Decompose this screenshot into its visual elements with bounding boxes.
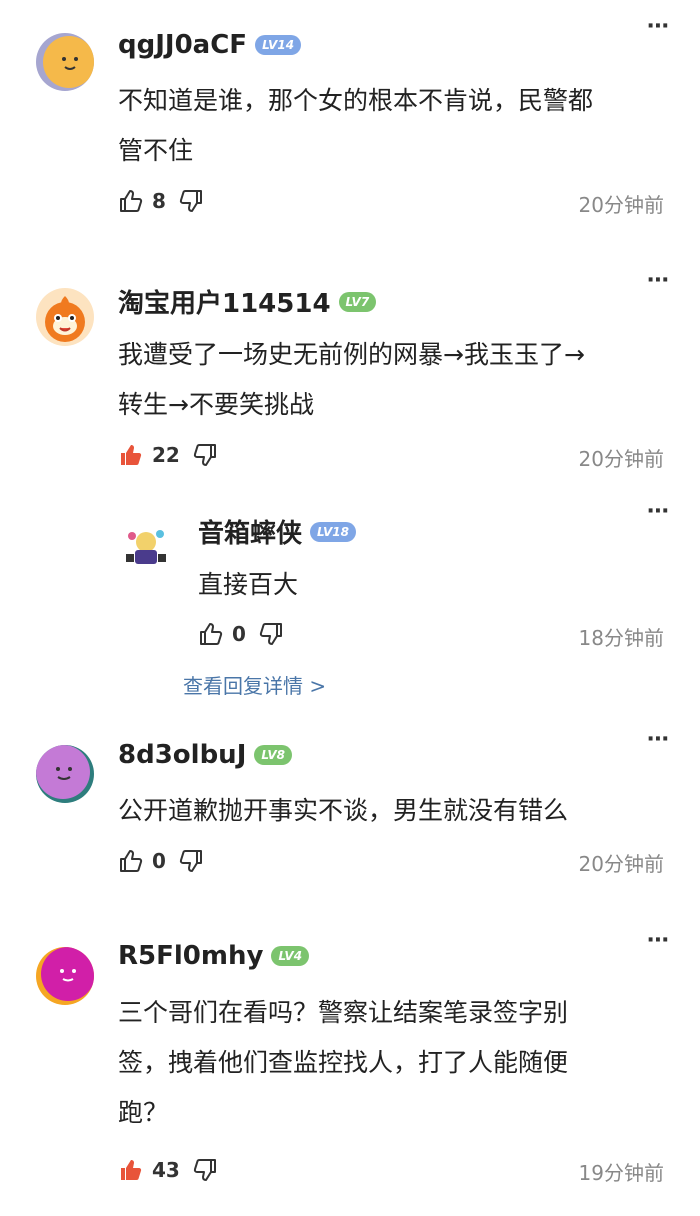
character-avatar-icon [120, 520, 172, 572]
level-badge: LV18 [310, 521, 356, 542]
timestamp: 18分钟前 [578, 626, 664, 650]
comment-actions: 22 [118, 442, 218, 468]
username[interactable]: 8d3olbuJ LV8 [118, 740, 293, 770]
more-options-button[interactable]: ⋯ [647, 727, 670, 752]
comment-text: 不知道是谁，那个女的根本不肯说，民警都 管不住 [118, 76, 593, 176]
view-replies-link[interactable]: 查看回复详情 > [183, 670, 326, 699]
avatar-face-icon [36, 947, 94, 1005]
thumbs-down-icon[interactable] [192, 1157, 218, 1183]
more-options-button[interactable]: ⋯ [647, 14, 670, 39]
comment-text: 三个哥们在看吗？警察让结案笔录签字别 签，拽着他们查监控找人，打了人能随便 跑？ [118, 988, 568, 1138]
comment-text: 公开道歉抛开事实不谈，男生就没有错么 [118, 786, 568, 836]
more-options-button[interactable]: ⋯ [647, 499, 670, 524]
timestamp: 19分钟前 [578, 1161, 664, 1185]
thumbs-down-icon[interactable] [258, 621, 284, 647]
username-label: qgJJ0aCF [118, 30, 248, 60]
username-label: 8d3olbuJ [118, 740, 247, 770]
like-count: 43 [152, 1158, 180, 1182]
thumbs-down-icon[interactable] [178, 848, 204, 874]
avatar-face-icon [36, 745, 94, 803]
username-label: 淘宝用户114514 [118, 289, 331, 319]
level-badge: LV7 [338, 291, 377, 312]
timestamp: 20分钟前 [578, 193, 664, 217]
avatar-face-icon [36, 33, 94, 91]
timestamp: 20分钟前 [578, 447, 664, 471]
comment-text-line: 我遭受了一场史无前例的网暴→我玉玉了→ [118, 340, 585, 369]
comment-text-line: 不知道是谁，那个女的根本不肯说，民警都 [118, 86, 594, 115]
level-badge: LV14 [255, 35, 302, 55]
thumbs-up-icon[interactable] [118, 188, 144, 214]
comment-text-line: 管不住 [118, 136, 194, 165]
like-count: 0 [152, 849, 166, 873]
reply-text: 直接百大 [198, 570, 299, 599]
comment-actions: 8 [118, 188, 204, 214]
comment-text-line: 三个哥们在看吗？警察让结案笔录签字别 [118, 998, 569, 1027]
avatar[interactable] [36, 947, 94, 1005]
timestamp: 20分钟前 [578, 852, 664, 876]
username-label: 音箱蟀侠 [198, 519, 303, 549]
like-count: 8 [152, 189, 166, 213]
thumbs-up-filled-icon[interactable] [118, 442, 144, 468]
comment-text-line: 跑？ [118, 1098, 169, 1127]
username[interactable]: 淘宝用户114514 LV7 [118, 283, 377, 320]
mascot-avatar-icon [36, 288, 94, 346]
like-count: 0 [232, 622, 246, 646]
like-count: 22 [152, 443, 180, 467]
comment-text-line: 公开道歉抛开事实不谈，男生就没有错么 [118, 796, 569, 825]
thumbs-up-filled-icon[interactable] [118, 1157, 144, 1183]
comment-text: 我遭受了一场史无前例的网暴→我玉玉了→ 转生→不要笑挑战 [118, 330, 585, 430]
avatar[interactable] [36, 33, 94, 91]
more-options-button[interactable]: ⋯ [647, 928, 670, 953]
comment-actions: 43 [118, 1157, 218, 1183]
avatar[interactable] [36, 288, 94, 346]
username[interactable]: qgJJ0aCF LV14 [118, 30, 302, 60]
thumbs-up-icon[interactable] [198, 621, 224, 647]
level-badge: LV4 [271, 946, 310, 966]
username[interactable]: R5Fl0mhy LV4 [118, 941, 310, 971]
level-badge: LV8 [254, 745, 293, 765]
more-options-button[interactable]: ⋯ [647, 268, 670, 293]
thumbs-up-icon[interactable] [118, 848, 144, 874]
thumbs-down-icon[interactable] [192, 442, 218, 468]
comment-text-line: 签，拽着他们查监控找人，打了人能随便 [118, 1048, 569, 1077]
avatar[interactable] [120, 520, 172, 572]
comment-text-line: 转生→不要笑挑战 [118, 390, 314, 419]
avatar[interactable] [36, 745, 94, 803]
reply-actions: 0 [198, 621, 284, 647]
comment-actions: 0 [118, 848, 204, 874]
thumbs-down-icon[interactable] [178, 188, 204, 214]
username[interactable]: 音箱蟀侠 LV18 [198, 513, 356, 550]
username-label: R5Fl0mhy [118, 941, 264, 971]
